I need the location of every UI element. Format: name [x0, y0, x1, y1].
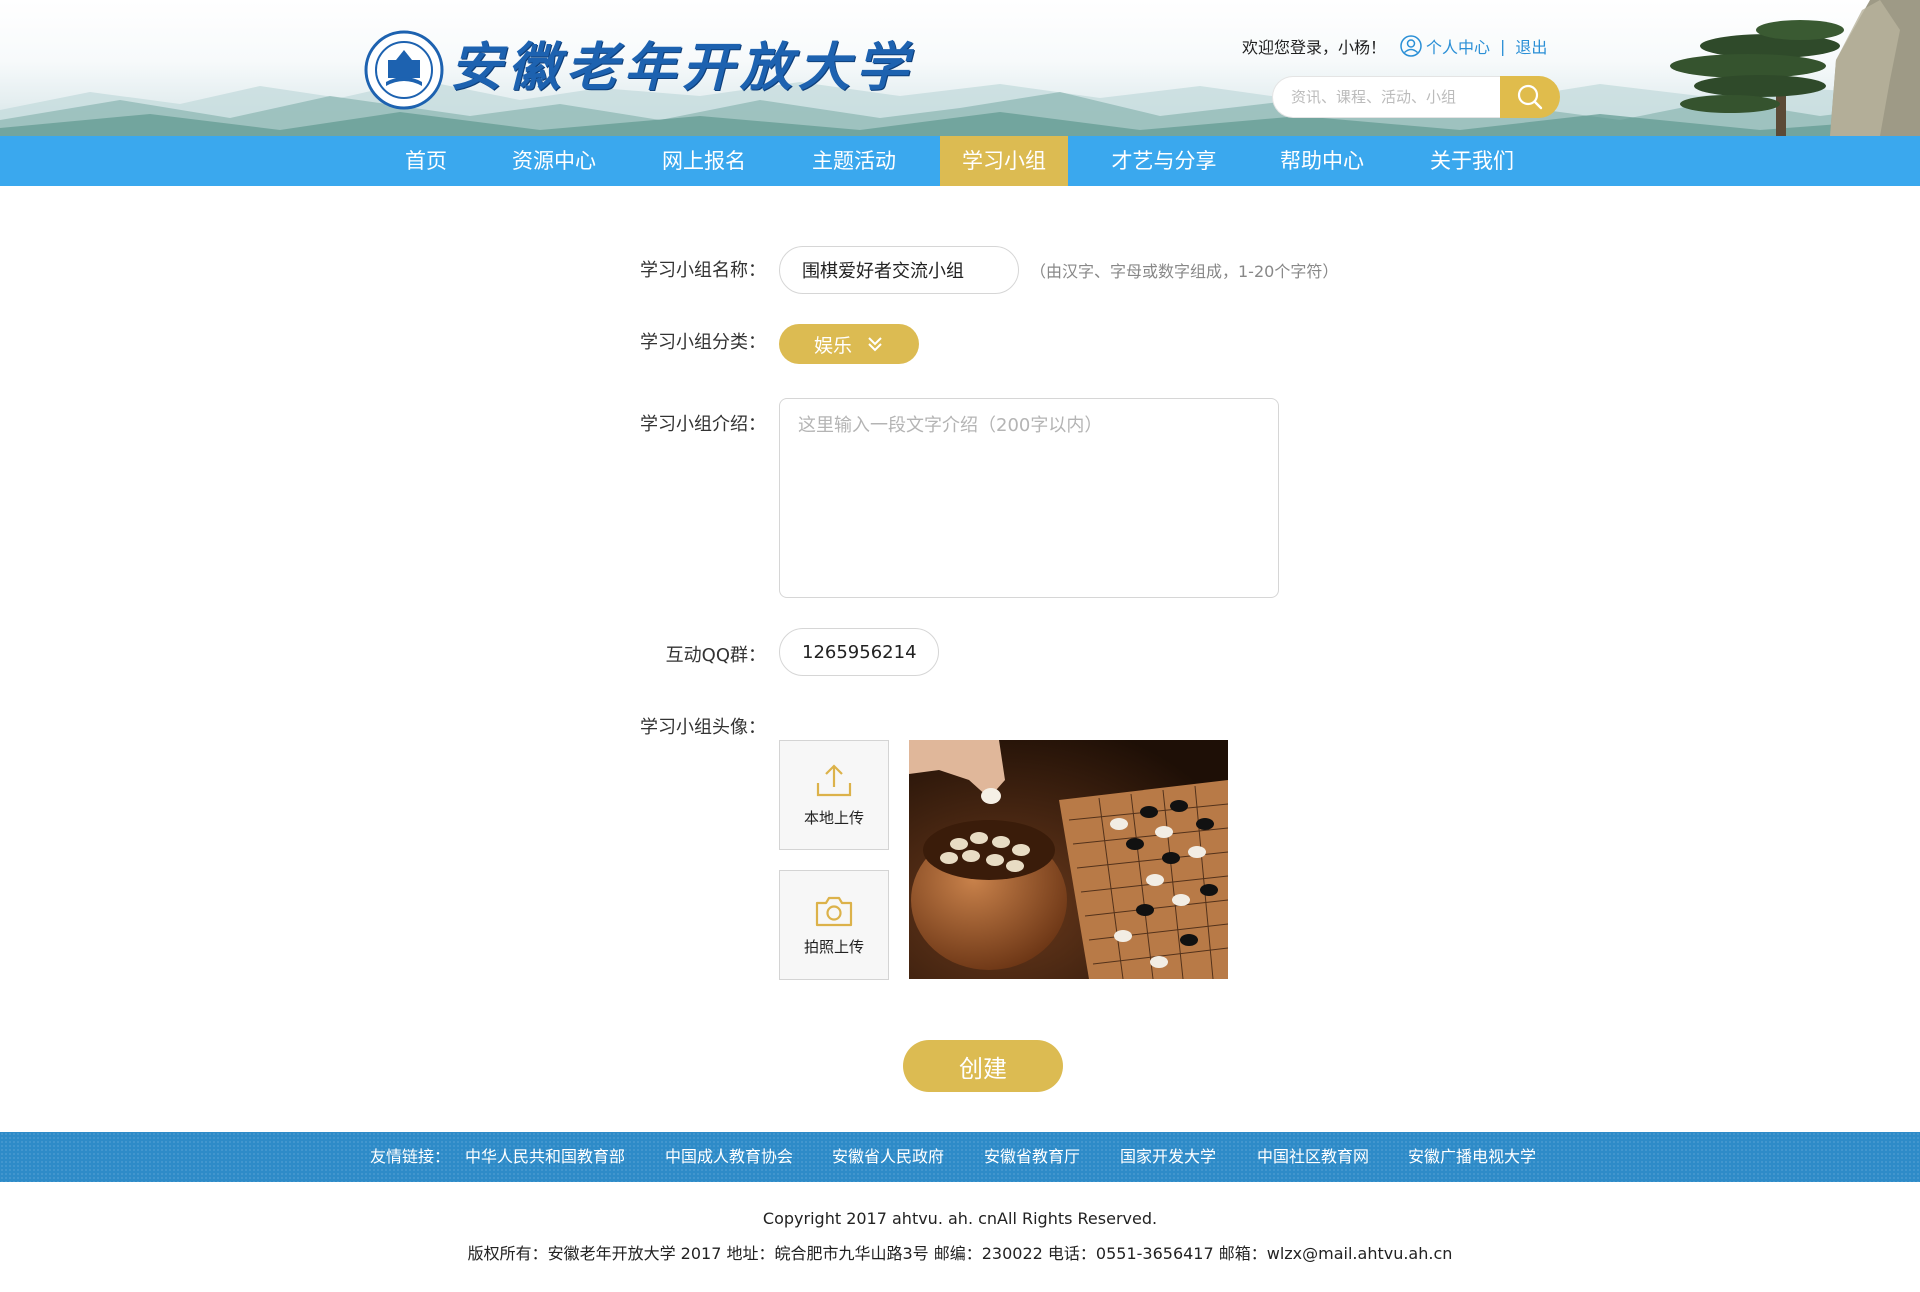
site-logo-text: 安徽老年开放大学	[450, 37, 915, 98]
qq-group-label: 互动QQ群：	[665, 645, 766, 666]
search-input[interactable]	[1272, 76, 1500, 118]
create-button[interactable]: 创建	[903, 1040, 1063, 1092]
friendly-links-bar: 友情链接： 中华人民共和国教育部 中国成人教育协会 安徽省人民政府 安徽省教育厅…	[0, 1132, 1920, 1182]
nav-item-home[interactable]: 首页	[384, 136, 468, 186]
nav-item-resources[interactable]: 资源中心	[494, 136, 614, 186]
nav-item-talent-sharing[interactable]: 才艺与分享	[1094, 136, 1234, 186]
nav-item-themed-activities[interactable]: 主题活动	[794, 136, 914, 186]
group-intro-label: 学习小组介绍：	[640, 414, 766, 435]
site-header: 安徽老年开放大学 欢迎您登录，小杨！ 个人中心 | 退出	[0, 0, 1920, 136]
friendly-link-anhui-education-department[interactable]: 安徽省教育厅	[984, 1132, 1080, 1182]
group-intro-textarea[interactable]	[779, 398, 1279, 598]
qq-group-input[interactable]: 1265956214	[779, 628, 939, 676]
local-upload-button[interactable]: 本地上传	[779, 740, 889, 850]
nav-item-help-center[interactable]: 帮助中心	[1262, 136, 1382, 186]
friendly-link-anhui-government[interactable]: 安徽省人民政府	[832, 1132, 944, 1182]
upload-icon	[816, 763, 852, 796]
friendly-link-adult-education-association[interactable]: 中国成人教育协会	[665, 1132, 793, 1182]
main-nav: 首页 资源中心 网上报名 主题活动 学习小组 才艺与分享 帮助中心 关于我们	[0, 136, 1920, 186]
group-category-label: 学习小组分类：	[640, 332, 766, 353]
group-avatar-label: 学习小组头像：	[640, 717, 766, 738]
site-search	[1272, 76, 1560, 118]
nav-item-about-us[interactable]: 关于我们	[1412, 136, 1532, 186]
chevron-down-double-icon	[868, 337, 882, 352]
group-name-hint: （由汉字、字母或数字组成，1-20个字符）	[1030, 262, 1339, 281]
copyright-contact-line: 版权所有：安徽老年开放大学 2017 地址：皖合肥市九华山路3号 邮编：2300…	[467, 1244, 1453, 1263]
user-bar: 欢迎您登录，小杨！ 个人中心 | 退出	[1242, 34, 1547, 58]
friendly-link-community-education[interactable]: 中国社区教育网	[1257, 1132, 1369, 1182]
friendly-link-anhui-tv-university[interactable]: 安徽广播电视大学	[1408, 1132, 1536, 1182]
group-name-input[interactable]: 围棋爱好者交流小组	[779, 246, 1019, 294]
nav-item-online-registration[interactable]: 网上报名	[644, 136, 764, 186]
local-upload-label: 本地上传	[803, 808, 864, 827]
logout-link[interactable]: 退出	[1515, 34, 1547, 58]
camera-upload-label: 拍照上传	[803, 937, 864, 956]
university-seal-logo	[364, 30, 444, 110]
avatar-preview-image	[909, 740, 1228, 979]
friendly-link-open-university[interactable]: 国家开发大学	[1120, 1132, 1216, 1182]
profile-link[interactable]: 个人中心	[1426, 34, 1490, 58]
group-category-value: 娱乐	[813, 334, 852, 357]
camera-upload-button[interactable]: 拍照上传	[779, 870, 889, 980]
welcome-text: 欢迎您登录，小杨！	[1242, 38, 1387, 57]
friendly-links-label: 友情链接：	[370, 1147, 451, 1166]
separator: |	[1500, 36, 1506, 56]
group-category-select[interactable]: 娱乐	[779, 324, 919, 364]
user-icon	[1400, 35, 1422, 57]
nav-item-study-groups[interactable]: 学习小组	[940, 136, 1068, 186]
friendly-link-ministry-of-education[interactable]: 中华人民共和国教育部	[465, 1132, 625, 1182]
camera-icon	[815, 896, 853, 926]
group-name-label: 学习小组名称：	[640, 260, 766, 281]
copyright-line: Copyright 2017 ahtvu. ah. cnAll Rights R…	[762, 1209, 1158, 1228]
mountain-landscape-banner	[0, 0, 1920, 136]
search-button[interactable]	[1500, 76, 1560, 118]
search-icon	[1517, 84, 1543, 110]
